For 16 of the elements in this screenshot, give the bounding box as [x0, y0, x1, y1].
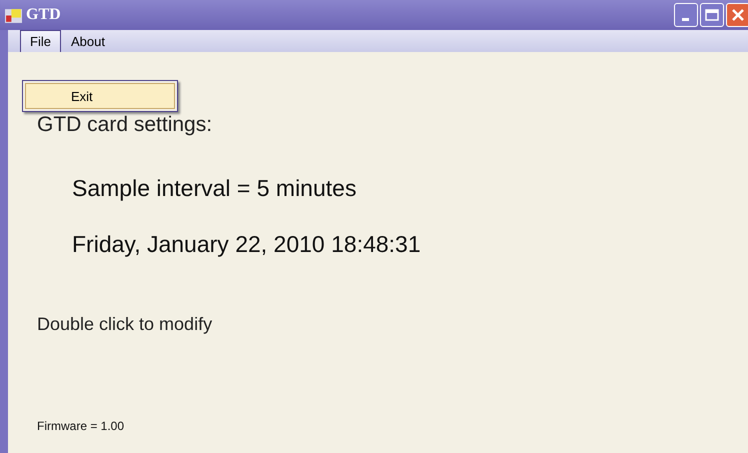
minimize-icon: [682, 18, 688, 20]
settings-heading: GTD card settings:: [37, 112, 214, 138]
close-icon: [731, 8, 745, 22]
minimize-button[interactable]: [674, 3, 698, 27]
menu-item[interactable]: Exit: [25, 83, 175, 109]
window-title: GTD: [26, 6, 62, 24]
app-icon: [5, 6, 22, 24]
close-button[interactable]: [726, 3, 748, 27]
menu-item[interactable]: File: [20, 30, 61, 52]
menu-item[interactable]: About: [60, 30, 115, 52]
maximize-icon: [705, 9, 719, 21]
maximize-button[interactable]: [700, 3, 724, 27]
hint-text: Double click to modify: [37, 314, 214, 335]
date-time-text: Friday, January 22, 2010 18:48:31: [72, 230, 422, 258]
firmware-text: Firmware = 1.00: [37, 419, 126, 433]
sample-interval-text: Sample interval = 5 minutes: [72, 174, 358, 202]
